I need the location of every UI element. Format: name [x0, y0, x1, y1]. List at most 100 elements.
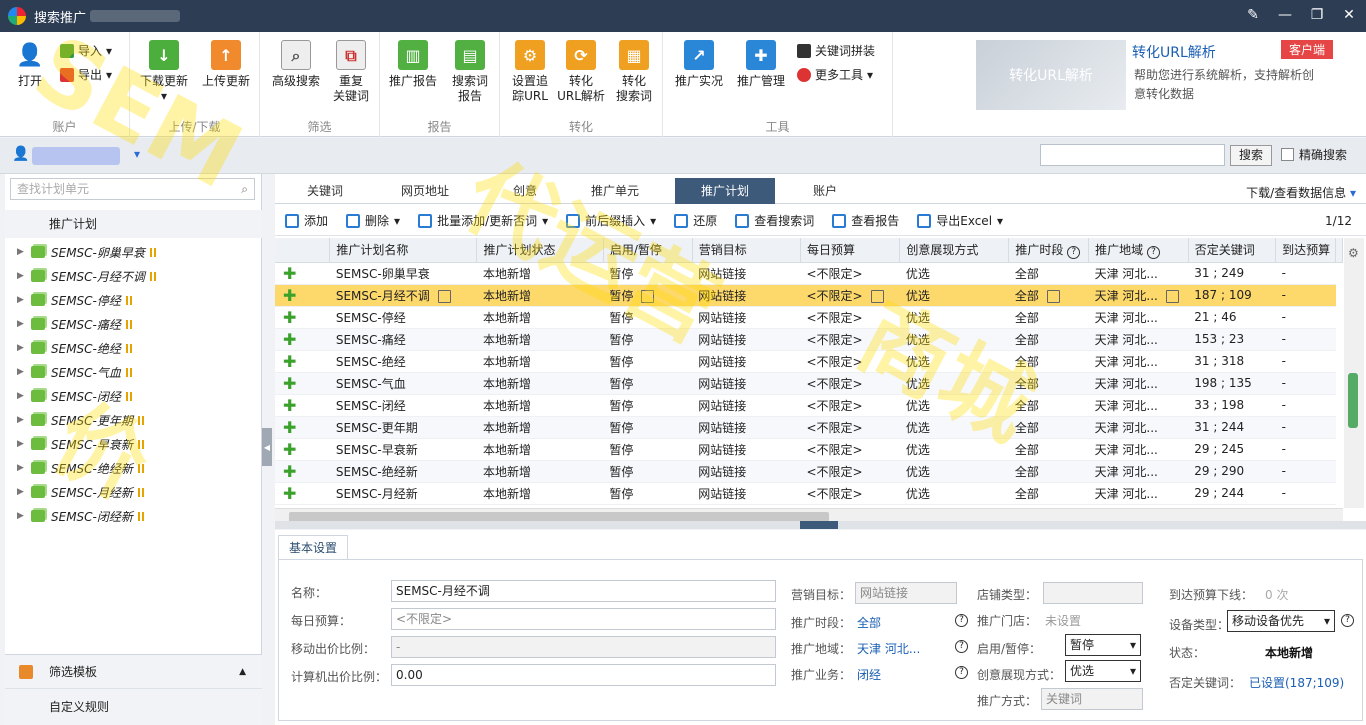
help-icon[interactable]: ?: [955, 614, 968, 627]
expand-icon[interactable]: ▶: [17, 415, 25, 425]
tab-5[interactable]: 账户: [775, 178, 875, 204]
download-update-button[interactable]: ↓ 下载更新 ▾: [136, 40, 192, 104]
table-cell[interactable]: 天津 河北...: [1088, 284, 1189, 307]
tree-item[interactable]: ▶ SEMSC-闭经新: [5, 504, 262, 528]
table-cell[interactable]: 网站链接: [692, 306, 801, 329]
expand-icon[interactable]: ▶: [17, 319, 25, 329]
expand-row-icon[interactable]: ✚: [275, 372, 330, 395]
help-icon[interactable]: ?: [955, 640, 968, 653]
minimize-icon[interactable]: —: [1276, 6, 1294, 24]
promo-time-link[interactable]: 全部: [857, 614, 881, 631]
table-cell[interactable]: 全部: [1008, 284, 1089, 307]
table-cell[interactable]: 本地新增: [476, 372, 604, 395]
column-header[interactable]: 启用/暂停: [603, 238, 693, 263]
tree-item[interactable]: ▶ SEMSC-绝经新: [5, 456, 262, 480]
expand-icon[interactable]: ▶: [17, 295, 25, 305]
table-cell[interactable]: -: [1275, 262, 1336, 285]
table-cell[interactable]: 198 ; 135: [1188, 372, 1276, 395]
restore-icon[interactable]: ❐: [1308, 6, 1326, 24]
table-cell[interactable]: 网站链接: [692, 262, 801, 285]
table-cell[interactable]: <不限定>: [800, 438, 900, 461]
export-button[interactable]: 导出 ▾: [60, 66, 112, 83]
table-cell[interactable]: 网站链接: [692, 460, 801, 483]
table-cell[interactable]: <不限定>: [800, 482, 900, 505]
table-cell[interactable]: 暂停: [603, 328, 693, 351]
table-cell[interactable]: 全部: [1008, 350, 1089, 373]
help-icon[interactable]: ?: [955, 666, 968, 679]
table-cell[interactable]: 优选: [899, 328, 1009, 351]
tree-item[interactable]: ▶ SEMSC-早衰新: [5, 432, 262, 456]
advanced-search-button[interactable]: ⌕ 高级搜索: [268, 40, 324, 89]
table-cell[interactable]: -: [1275, 328, 1336, 351]
search-button[interactable]: 搜索: [1230, 145, 1272, 166]
tree-item[interactable]: ▶ SEMSC-绝经: [5, 336, 262, 360]
collapse-up-icon[interactable]: ▲: [239, 667, 246, 677]
table-cell[interactable]: 暂停: [603, 262, 693, 285]
expand-icon[interactable]: ▶: [17, 271, 25, 281]
table-cell[interactable]: 天津 河北...: [1088, 350, 1189, 373]
table-row[interactable]: ✚ SEMSC-绝经 本地新增 暂停 网站链接 <不限定> 优选 全部 天津 河北... 31 ;…: [275, 350, 1343, 373]
table-cell[interactable]: 网站链接: [692, 438, 801, 461]
set-tracking-url-button[interactable]: ⚙ 设置追 踪URL: [508, 40, 552, 104]
filter-template-row[interactable]: 筛选模板 ▲: [5, 655, 262, 689]
export-excel-button[interactable]: 导出Excel ▾: [917, 212, 1003, 229]
table-row[interactable]: ✚ SEMSC-痛经 本地新增 暂停 网站链接 <不限定> 优选 全部 天津 河北... 153 …: [275, 328, 1343, 351]
affix-insert-button[interactable]: 前后缀插入 ▾: [566, 212, 656, 229]
promo-region-link[interactable]: 天津 河北...: [857, 640, 920, 657]
table-cell[interactable]: -: [1275, 416, 1336, 439]
expand-row-icon[interactable]: ✚: [275, 284, 330, 307]
table-cell[interactable]: <不限定>: [800, 262, 900, 285]
expand-row-icon[interactable]: ✚: [275, 394, 330, 417]
expand-icon[interactable]: ▶: [17, 463, 25, 473]
table-cell[interactable]: 31 ; 318: [1188, 350, 1276, 373]
table-cell[interactable]: 优选: [899, 416, 1009, 439]
table-cell[interactable]: SEMSC-绝经新: [329, 460, 477, 483]
promo-report-button[interactable]: ▥ 推广报告: [388, 40, 438, 89]
table-cell[interactable]: 优选: [899, 372, 1009, 395]
table-cell[interactable]: -: [1275, 460, 1336, 483]
table-row[interactable]: ✚ SEMSC-卵巢早衰 本地新增 暂停 网站链接 <不限定> 优选 全部 天津 河北... 31…: [275, 262, 1343, 285]
tab-2[interactable]: 创意: [475, 178, 575, 204]
expand-row-icon[interactable]: ✚: [275, 416, 330, 439]
table-cell[interactable]: 本地新增: [476, 328, 604, 351]
table-cell[interactable]: -: [1275, 284, 1336, 307]
table-cell[interactable]: <不限定>: [800, 394, 900, 417]
account-selector[interactable]: [32, 147, 120, 165]
more-tools-button[interactable]: 更多工具 ▾: [797, 66, 873, 83]
table-cell[interactable]: 本地新增: [476, 482, 604, 505]
table-cell[interactable]: 暂停: [603, 416, 693, 439]
table-cell[interactable]: 33 ; 198: [1188, 394, 1276, 417]
table-cell[interactable]: SEMSC-痛经: [329, 328, 477, 351]
tree-item[interactable]: ▶ SEMSC-停经: [5, 288, 262, 312]
table-row[interactable]: ✚ SEMSC-停经 本地新增 暂停 网站链接 <不限定> 优选 全部 天津 河北... 21 ;…: [275, 306, 1343, 329]
add-button[interactable]: 添加: [285, 212, 328, 229]
table-cell[interactable]: 29 ; 244: [1188, 482, 1276, 505]
table-cell[interactable]: 本地新增: [476, 350, 604, 373]
column-header[interactable]: 否定关键词: [1188, 238, 1277, 263]
table-cell[interactable]: 本地新增: [476, 460, 604, 483]
table-cell[interactable]: 暂停: [603, 482, 693, 505]
table-cell[interactable]: <不限定>: [800, 372, 900, 395]
table-cell[interactable]: 全部: [1008, 416, 1089, 439]
expand-icon[interactable]: ▶: [17, 439, 25, 449]
table-cell[interactable]: 网站链接: [692, 416, 801, 439]
table-cell[interactable]: 天津 河北...: [1088, 482, 1189, 505]
edit-icon[interactable]: [1165, 289, 1179, 303]
expand-icon[interactable]: ▶: [17, 367, 25, 377]
upload-update-button[interactable]: ↑ 上传更新: [196, 40, 256, 89]
expand-row-icon[interactable]: ✚: [275, 460, 330, 483]
collapse-left-pane-handle[interactable]: ◀: [262, 428, 272, 466]
help-icon[interactable]: ?: [1341, 614, 1354, 627]
edit-icon[interactable]: [641, 289, 655, 303]
column-header[interactable]: 营销目标: [692, 238, 801, 263]
tab-basic-settings[interactable]: 基本设置: [278, 535, 348, 559]
table-cell[interactable]: 全部: [1008, 394, 1089, 417]
tab-0[interactable]: 关键词: [275, 178, 375, 204]
search-icon[interactable]: ⌕: [241, 179, 248, 199]
table-cell[interactable]: 31 ; 249: [1188, 262, 1276, 285]
column-header[interactable]: 推广时段 ?: [1008, 238, 1090, 263]
table-cell[interactable]: -: [1275, 394, 1336, 417]
table-cell[interactable]: 全部: [1008, 262, 1089, 285]
table-cell[interactable]: 21 ; 46: [1188, 306, 1276, 329]
table-cell[interactable]: 优选: [899, 262, 1009, 285]
